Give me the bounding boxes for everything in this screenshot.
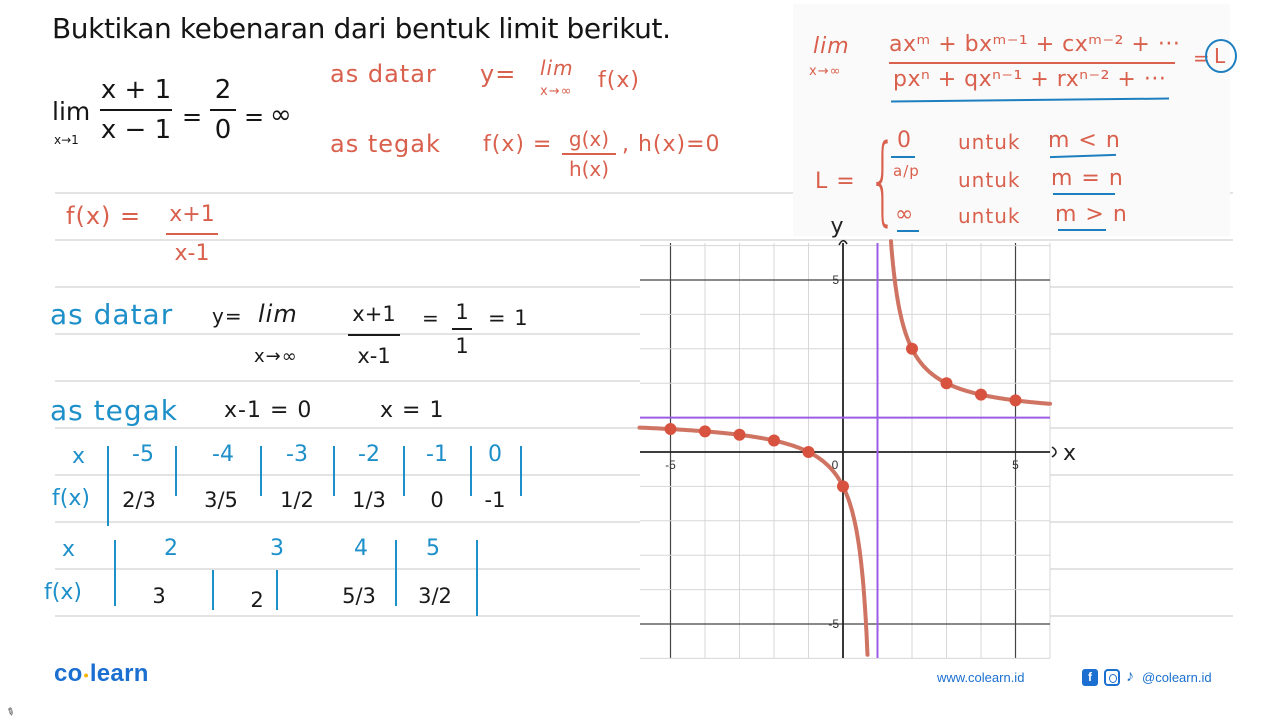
logo-text-learn: learn [89,660,149,687]
logo-text-co: co [54,660,83,687]
x-tick-label: -5 [665,458,676,472]
data-point [940,377,953,390]
function-graph: x y -5 0 5 5 -5 [637,214,1076,659]
logo-dot: • [83,666,89,683]
x-axis-label: x [1063,441,1076,466]
data-point [975,388,987,401]
x-tick-label: 0 [832,458,839,472]
tiktok-icon[interactable]: ♪ [1126,668,1134,686]
social-links: f ♪ @colearn.id [1082,668,1212,686]
data-point [1009,394,1022,407]
instagram-icon[interactable] [1104,668,1120,686]
y-tick-label: -5 [828,617,839,631]
website-link[interactable]: www.colearn.id [937,670,1024,685]
data-point [768,434,780,447]
y-tick-label: 5 [832,273,839,287]
x-tick-label: 5 [1012,458,1019,472]
data-point [733,428,746,441]
y-axis-label: y [830,214,843,239]
social-handle[interactable]: @colearn.id [1142,670,1212,685]
data-point [906,342,918,355]
data-point [699,425,711,438]
data-point [837,480,849,493]
data-point [664,423,677,436]
colearn-logo[interactable]: co•learn [54,660,149,688]
data-point [802,446,815,458]
x-axis-arrow-icon [1051,446,1057,458]
facebook-icon[interactable]: f [1082,668,1098,686]
graph-background [640,243,1050,658]
